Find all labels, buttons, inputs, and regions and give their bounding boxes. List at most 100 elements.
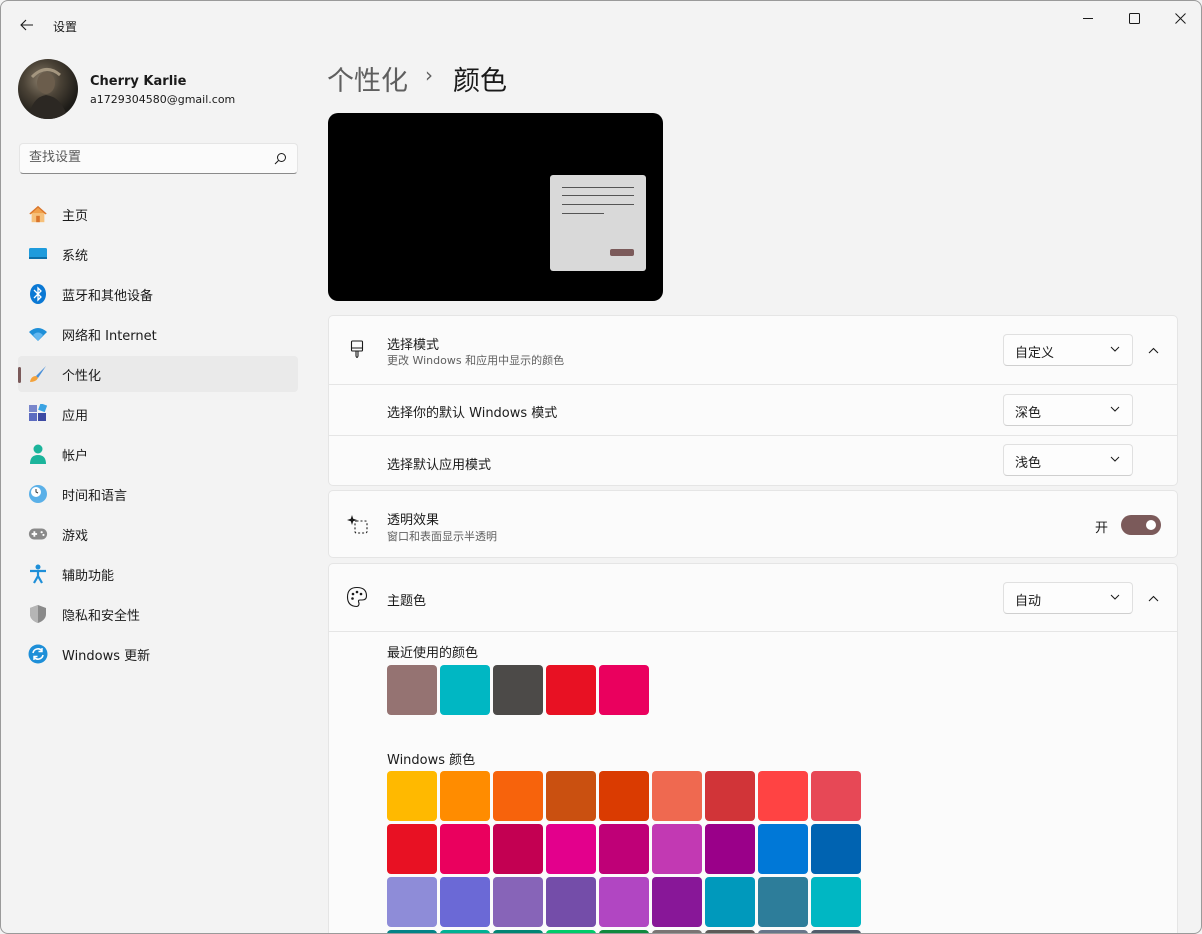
close-button[interactable] <box>1157 1 1201 35</box>
back-button[interactable] <box>13 11 41 39</box>
windows-color-swatch[interactable] <box>758 824 808 874</box>
windows-color-swatch[interactable] <box>387 877 437 927</box>
chevron-down-icon <box>1110 594 1120 600</box>
breadcrumb-parent[interactable]: 个性化 <box>327 59 408 98</box>
recent-color-swatch[interactable] <box>546 665 596 715</box>
sidebar-item-label: 时间和语言 <box>62 488 128 504</box>
sidebar-item-time-language[interactable]: 时间和语言 <box>18 476 298 512</box>
mode-card: 选择模式 更改 Windows 和应用中显示的颜色 自定义 选择你的默认 Win… <box>328 315 1178 486</box>
windows-color-swatch[interactable] <box>811 930 861 933</box>
sidebar-item-bluetooth[interactable]: 蓝牙和其他设备 <box>18 276 298 312</box>
preview-accent-button <box>610 249 634 256</box>
app-mode-dropdown[interactable]: 浅色 <box>1003 444 1133 476</box>
sidebar-item-gaming[interactable]: 游戏 <box>18 516 298 552</box>
windows-color-swatch[interactable] <box>493 824 543 874</box>
transparency-title: 透明效果 <box>387 513 440 528</box>
recent-color-swatch[interactable] <box>440 665 490 715</box>
windows-color-swatch[interactable] <box>652 930 702 933</box>
mode-row: 选择模式 更改 Windows 和应用中显示的颜色 自定义 <box>329 316 1177 384</box>
app-mode-row: 选择默认应用模式 浅色 <box>329 436 1177 486</box>
chevron-up-icon <box>1148 595 1158 601</box>
windows-color-swatch[interactable] <box>811 877 861 927</box>
windows-color-swatch[interactable] <box>440 824 490 874</box>
sidebar-item-label: 个性化 <box>62 368 102 384</box>
windows-mode-dropdown[interactable]: 深色 <box>1003 394 1133 426</box>
windows-color-swatch[interactable] <box>599 930 649 933</box>
windows-color-swatch[interactable] <box>387 824 437 874</box>
windows-color-swatch[interactable] <box>546 877 596 927</box>
sidebar-item-accounts[interactable]: 帐户 <box>18 436 298 472</box>
sidebar-item-network[interactable]: 网络和 Internet <box>18 316 298 352</box>
windows-color-swatch[interactable] <box>758 930 808 933</box>
windows-color-swatch[interactable] <box>758 877 808 927</box>
search-icon[interactable] <box>274 152 287 165</box>
sidebar-item-apps[interactable]: 应用 <box>18 396 298 432</box>
windows-color-swatch[interactable] <box>546 930 596 933</box>
sidebar-item-system[interactable]: 系统 <box>18 236 298 272</box>
theme-preview <box>328 113 663 301</box>
windows-color-swatch[interactable] <box>652 824 702 874</box>
settings-window: 设置 Cherry Karlie a1729304580@gmail.com 查… <box>0 0 1202 934</box>
toggle-knob <box>1146 520 1156 530</box>
search-input[interactable] <box>29 150 269 165</box>
windows-color-swatch[interactable] <box>546 771 596 821</box>
close-icon <box>1174 12 1186 24</box>
breadcrumb-separator: › <box>425 63 433 87</box>
windows-color-swatch[interactable] <box>705 824 755 874</box>
search-box[interactable] <box>19 143 298 174</box>
title-bar: 设置 <box>1 1 1201 49</box>
transparency-subtitle: 窗口和表面显示半透明 <box>387 530 497 543</box>
windows-color-swatch[interactable] <box>811 771 861 821</box>
windows-color-swatch[interactable] <box>811 824 861 874</box>
windows-mode-label: 选择你的默认 Windows 模式 <box>387 406 558 421</box>
recent-color-swatch[interactable] <box>599 665 649 715</box>
transparency-icon <box>345 512 369 536</box>
mode-dropdown-value: 自定义 <box>1015 346 1055 361</box>
minimize-button[interactable] <box>1065 1 1111 35</box>
accent-collapse-button[interactable] <box>1143 588 1163 608</box>
sidebar-item-label: 辅助功能 <box>62 568 115 584</box>
windows-color-swatch[interactable] <box>599 824 649 874</box>
sidebar-item-home[interactable]: 主页 <box>18 196 298 232</box>
windows-color-swatch[interactable] <box>652 877 702 927</box>
mode-title: 选择模式 <box>387 338 440 353</box>
windows-color-swatch[interactable] <box>387 930 437 933</box>
mode-dropdown[interactable]: 自定义 <box>1003 334 1133 366</box>
mode-collapse-button[interactable] <box>1143 340 1163 360</box>
windows-color-swatch[interactable] <box>652 771 702 821</box>
windows-color-swatch[interactable] <box>705 771 755 821</box>
windows-mode-value: 深色 <box>1015 406 1042 421</box>
sidebar-item-personalization[interactable]: 个性化 <box>18 356 298 392</box>
windows-color-swatch[interactable] <box>493 877 543 927</box>
windows-color-swatch[interactable] <box>546 824 596 874</box>
windows-color-swatch[interactable] <box>493 930 543 933</box>
sidebar-item-accessibility[interactable]: 辅助功能 <box>18 556 298 592</box>
back-arrow-icon <box>20 19 33 31</box>
windows-color-swatch[interactable] <box>493 771 543 821</box>
sidebar-item-label: Windows 更新 <box>62 648 151 664</box>
windows-color-swatch[interactable] <box>599 877 649 927</box>
accessibility-icon <box>28 564 48 584</box>
user-name: Cherry Karlie <box>90 74 187 89</box>
windows-color-swatch[interactable] <box>440 771 490 821</box>
recent-color-swatch[interactable] <box>387 665 437 715</box>
maximize-button[interactable] <box>1111 1 1157 35</box>
transparency-toggle[interactable] <box>1121 515 1161 535</box>
sidebar-nav: 主页 系统 蓝牙和其他设备 网络和 Internet 个性化 应用 帐户 时间和… <box>18 196 298 676</box>
recent-color-swatch[interactable] <box>493 665 543 715</box>
sidebar-item-label: 隐私和安全性 <box>62 608 141 624</box>
windows-color-swatch[interactable] <box>705 877 755 927</box>
accent-dropdown[interactable]: 自动 <box>1003 582 1133 614</box>
avatar[interactable] <box>18 59 78 119</box>
windows-color-swatch[interactable] <box>705 930 755 933</box>
sidebar-item-privacy[interactable]: 隐私和安全性 <box>18 596 298 632</box>
chevron-up-icon <box>1148 347 1158 353</box>
user-email: a1729304580@gmail.com <box>90 93 236 106</box>
windows-color-swatch[interactable] <box>440 877 490 927</box>
sidebar-item-windows-update[interactable]: Windows 更新 <box>18 636 298 672</box>
transparency-state-label: 开 <box>1095 521 1109 536</box>
windows-color-swatch[interactable] <box>440 930 490 933</box>
windows-color-swatch[interactable] <box>758 771 808 821</box>
windows-color-swatch[interactable] <box>387 771 437 821</box>
windows-color-swatch[interactable] <box>599 771 649 821</box>
